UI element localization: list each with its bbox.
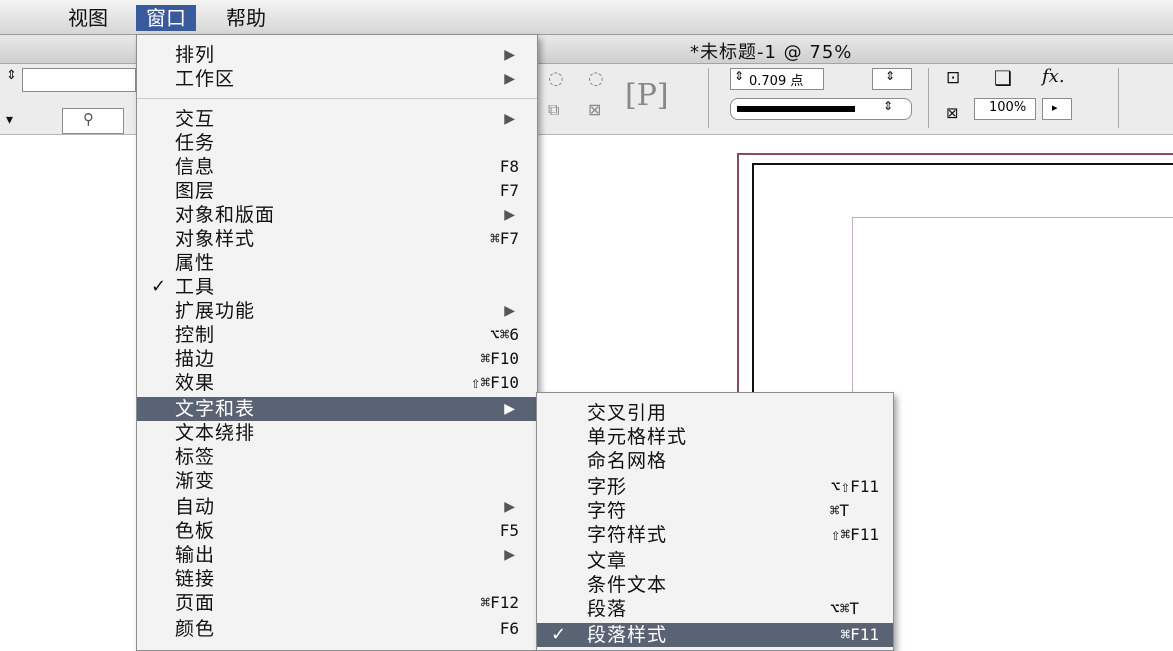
rotate-ccw-icon[interactable]: ◌ <box>588 68 604 89</box>
menu-window[interactable]: 窗口 <box>136 5 196 31</box>
submenu-item-paragraph[interactable]: 段落 ⌥⌘T <box>537 597 893 621</box>
rotate-icon[interactable]: ◌ <box>548 68 564 89</box>
search-icon: ⚲ <box>83 110 94 128</box>
opacity-arrow-button[interactable]: ▸ <box>1042 98 1072 120</box>
menu-item-info[interactable]: 信息 F8 <box>137 155 537 179</box>
menu-bar: 视图 窗口 帮助 <box>0 0 1173 35</box>
menu-item-pages[interactable]: 页面 ⌘F12 <box>137 591 537 615</box>
stroke-weight-field[interactable]: ⇕ 0.709 点 <box>730 68 824 90</box>
submenu-arrow-icon: ▶ <box>504 111 515 127</box>
stepper-icon[interactable]: ⇕ <box>6 68 17 83</box>
menu-item-type-tables[interactable]: 文字和表 ▶ <box>137 397 537 421</box>
stroke-line-preview <box>737 106 855 112</box>
menu-item-interactive[interactable]: 交互 ▶ <box>137 107 537 131</box>
opacity-value: 100% <box>989 100 1027 115</box>
dropdown-arrow-icon: ⇕ <box>883 99 894 113</box>
submenu-arrow-icon: ▶ <box>504 499 515 515</box>
menu-item-workspace[interactable]: 工作区 ▶ <box>137 67 537 91</box>
submenu-item-cross-references[interactable]: 交叉引用 <box>537 401 893 425</box>
opacity-icon: ⊠ <box>946 104 959 122</box>
submenu-arrow-icon: ▶ <box>504 71 515 87</box>
checkmark-icon: ✓ <box>551 624 567 645</box>
opacity-field[interactable]: 100% <box>974 98 1036 120</box>
menu-item-object-layout[interactable]: 对象和版面 ▶ <box>137 203 537 227</box>
shadow-box-icon[interactable]: ❑ <box>994 66 1012 90</box>
menu-view[interactable]: 视图 <box>58 5 118 31</box>
stepper-icon[interactable]: ⇕ <box>734 69 744 83</box>
submenu-item-cell-styles[interactable]: 单元格样式 <box>537 425 893 449</box>
submenu-item-glyphs[interactable]: 字形 ⌥⇧F11 <box>537 475 893 499</box>
menu-item-arrange[interactable]: 排列 ▶ <box>137 43 537 67</box>
menu-item-tasks[interactable]: 任务 <box>137 131 537 155</box>
submenu-item-story[interactable]: 文章 <box>537 549 893 573</box>
menu-item-tags[interactable]: 标签 <box>137 445 537 469</box>
separator <box>1118 68 1119 128</box>
submenu-arrow-icon: ▶ <box>504 547 515 563</box>
submenu-item-conditional-text[interactable]: 条件文本 <box>537 573 893 597</box>
submenu-arrow-icon: ▶ <box>504 401 515 417</box>
menu-item-control[interactable]: 控制 ⌥⌘6 <box>137 323 537 347</box>
menu-item-swatches[interactable]: 色板 F5 <box>137 519 537 543</box>
submenu-item-paragraph-styles[interactable]: ✓ 段落样式 ⌘F11 <box>537 623 893 647</box>
submenu-arrow-icon: ▶ <box>504 207 515 223</box>
proxy-p-icon[interactable]: [P] <box>625 78 669 113</box>
separator <box>928 68 929 128</box>
menu-item-text-wrap[interactable]: 文本绕排 <box>137 421 537 445</box>
x-field[interactable] <box>22 68 136 92</box>
submenu-arrow-icon: ▶ <box>504 303 515 319</box>
submenu-item-character-styles[interactable]: 字符样式 ⇧⌘F11 <box>537 523 893 547</box>
flip-icon[interactable]: ⧉ <box>548 100 559 120</box>
checkmark-icon: ✓ <box>151 276 167 297</box>
drop-shadow-icon[interactable]: ⊡ <box>946 68 960 88</box>
transform-icon[interactable]: ⊠ <box>588 100 601 119</box>
dropdown-arrow-icon[interactable]: ▾ <box>6 112 13 128</box>
menu-item-links[interactable]: 链接 <box>137 567 537 591</box>
menu-item-layers[interactable]: 图层 F7 <box>137 179 537 203</box>
menu-item-automation[interactable]: 自动 ▶ <box>137 495 537 519</box>
document-title: *未标题-1 @ 75% <box>690 42 853 63</box>
menu-item-extensions[interactable]: 扩展功能 ▶ <box>137 299 537 323</box>
menu-item-gradient[interactable]: 渐变 <box>137 469 537 493</box>
margin-guide <box>852 217 1173 650</box>
submenu-item-named-grids[interactable]: 命名网格 <box>537 449 893 473</box>
menu-divider <box>137 98 537 99</box>
play-icon: ▸ <box>1052 101 1058 114</box>
menu-item-stroke[interactable]: 描边 ⌘F10 <box>137 347 537 371</box>
stroke-type-dropdown[interactable]: ⇕ <box>730 98 912 120</box>
menu-item-output[interactable]: 输出 ▶ <box>137 543 537 567</box>
menu-item-color[interactable]: 颜色 F6 <box>137 617 537 641</box>
submenu-item-character[interactable]: 字符 ⌘T <box>537 499 893 523</box>
stroke-weight-dropdown[interactable]: ⇕ <box>872 68 912 90</box>
search-field[interactable]: ⚲ <box>62 108 124 134</box>
window-menu: 排列 ▶ 工作区 ▶ 交互 ▶ 任务 信息 F8 图层 F7 对象和版面 ▶ 对象样式 ⌘F7… <box>136 34 538 651</box>
menu-item-object-styles[interactable]: 对象样式 ⌘F7 <box>137 227 537 251</box>
stroke-weight-value: 0.709 点 <box>749 74 804 89</box>
menu-item-effects[interactable]: 效果 ⇧⌘F10 <box>137 371 537 395</box>
type-tables-submenu: 交叉引用 单元格样式 命名网格 字形 ⌥⇧F11 字符 ⌘T 字符样式 ⇧⌘F11 文… <box>536 392 894 651</box>
separator <box>708 68 709 128</box>
menu-item-tools[interactable]: ✓ 工具 <box>137 275 537 299</box>
menu-item-attributes[interactable]: 属性 <box>137 251 537 275</box>
dropdown-arrow-icon: ⇕ <box>885 69 896 83</box>
submenu-arrow-icon: ▶ <box>504 47 515 63</box>
menu-help[interactable]: 帮助 <box>216 5 276 31</box>
fx-icon[interactable]: fx. <box>1042 66 1065 87</box>
